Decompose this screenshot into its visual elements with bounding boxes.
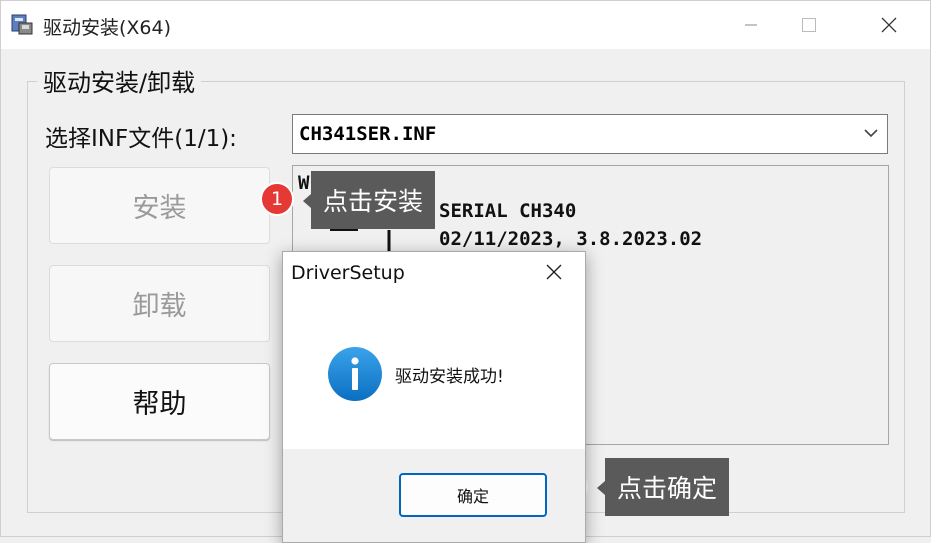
group-title: 驱动安装/卸载 (37, 63, 202, 98)
uninstall-button[interactable]: 卸载 (49, 265, 270, 342)
dialog-close-button[interactable] (539, 260, 569, 284)
title-bar[interactable]: 驱动安装(X64) (1, 1, 930, 49)
minimize-icon (745, 24, 757, 26)
driver-version-text: 02/11/2023, 3.8.2023.02 (439, 228, 703, 250)
dialog-title: DriverSetup (291, 262, 405, 284)
step-1-arrow (303, 194, 311, 208)
inf-file-select[interactable]: CH341SER.INF (292, 114, 888, 154)
maximize-button[interactable] (779, 1, 839, 49)
minimize-button[interactable] (721, 1, 781, 49)
maximize-icon (802, 18, 816, 32)
driver-setup-app-icon (11, 14, 33, 35)
inf-file-value: CH341SER.INF (299, 123, 437, 145)
driver-setup-dialog: DriverSetup 驱动安装成功! 确定 (282, 251, 586, 543)
window-title: 驱动安装(X64) (43, 17, 172, 39)
dialog-message: 驱动安装成功! (395, 367, 504, 387)
close-icon (546, 264, 562, 280)
device-name-text: SERIAL CH340 (439, 200, 577, 222)
step-2-tooltip: 点击确定 (605, 458, 730, 516)
chevron-down-icon[interactable] (861, 123, 881, 143)
info-icon (328, 347, 382, 401)
step-2-arrow (597, 481, 605, 495)
install-button[interactable]: 安装 (49, 167, 270, 244)
close-button[interactable] (859, 1, 919, 49)
step-1-tooltip: 点击安装 (311, 171, 436, 229)
ok-button[interactable]: 确定 (399, 473, 547, 517)
close-icon (881, 17, 897, 33)
inf-file-label: 选择INF文件(1/1): (45, 126, 237, 152)
help-button[interactable]: 帮助 (49, 363, 270, 440)
step-1-badge: 1 (260, 182, 294, 216)
